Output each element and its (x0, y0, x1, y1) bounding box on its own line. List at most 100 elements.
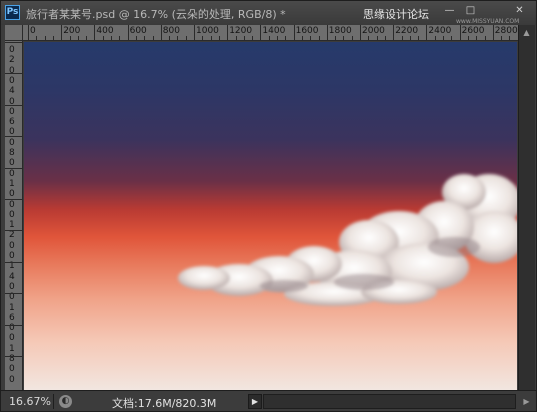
ruler-label: 0 (9, 374, 15, 385)
ruler-label: 2800 (494, 26, 518, 36)
ruler-major-tick (459, 25, 461, 40)
ruler-major-tick (393, 25, 395, 40)
ruler-major-tick (227, 25, 229, 40)
ruler-minor-tick (177, 36, 179, 40)
ruler-label: 0 (9, 209, 15, 220)
ruler-minor-tick (268, 36, 270, 40)
ruler-label: 6 (9, 117, 15, 128)
ruler-label: 1400 (262, 26, 286, 36)
ruler-major-tick (61, 25, 63, 40)
horizontal-scrollbar[interactable] (263, 394, 516, 409)
scroll-up-icon[interactable]: ▲ (518, 25, 535, 41)
ruler-label: 0 (9, 251, 15, 261)
photoshop-logo-icon: Ps (5, 5, 20, 20)
ruler-label: 0 (9, 168, 15, 179)
document-size-info: 文档:17.6M/820.3M (112, 397, 217, 410)
ruler-origin[interactable] (5, 25, 23, 41)
ruler-label: 1800 (328, 26, 352, 36)
ruler-minor-tick (434, 36, 436, 40)
ruler-label: 2000 (362, 26, 385, 36)
ruler-minor-tick (376, 36, 378, 40)
ruler-major-tick (5, 136, 22, 138)
ruler-minor-tick (235, 36, 237, 40)
ruler-major-tick (5, 324, 22, 326)
ruler-label: 1 (9, 178, 15, 189)
ruler-label: 800 (162, 26, 180, 36)
ruler-minor-tick (252, 36, 254, 40)
ruler-label: 0 (9, 240, 15, 251)
ruler-major-tick (5, 104, 22, 106)
ruler-minor-tick (102, 36, 104, 40)
ruler-label: 1 (9, 261, 15, 272)
ruler-label: 0 (9, 75, 15, 86)
ruler-major-tick (326, 25, 328, 40)
ruler-minor-tick (451, 36, 453, 40)
ruler-minor-tick (343, 36, 345, 40)
ruler-minor-tick (467, 36, 469, 40)
ruler-minor-tick (409, 36, 411, 40)
ruler-minor-tick (144, 36, 146, 40)
ruler-minor-tick (501, 36, 503, 40)
ruler-label: 1200 (229, 26, 253, 36)
ruler-minor-tick (351, 36, 353, 40)
ruler-label: 2200 (395, 26, 419, 36)
ruler-minor-tick (119, 36, 121, 40)
ruler-minor-tick (169, 36, 171, 40)
ruler-label: 2600 (461, 26, 485, 36)
ruler-major-tick (5, 167, 22, 169)
ruler-minor-tick (44, 36, 46, 40)
ruler-minor-tick (476, 36, 478, 40)
vertical-ruler[interactable]: 020040060080010001200140016001800 (5, 41, 23, 390)
clock-icon[interactable]: ◐ (59, 395, 72, 408)
ruler-label: 0 (9, 106, 15, 117)
document-window: Ps 旅行者某某号.psd @ 16.7% (云朵的处理, RGB/8) * 思… (0, 0, 537, 412)
ruler-label: 1 (9, 343, 15, 354)
ruler-minor-tick (152, 36, 154, 40)
ruler-minor-tick (185, 36, 187, 40)
ruler-minor-tick (210, 36, 212, 40)
ruler-minor-tick (69, 36, 71, 40)
ruler-label: 0 (9, 364, 15, 375)
ruler-minor-tick (384, 36, 386, 40)
ruler-label: 0 (9, 281, 15, 292)
document-canvas[interactable] (24, 42, 517, 390)
ruler-minor-tick (484, 36, 486, 40)
ruler-major-tick (492, 25, 494, 40)
ruler-label: 600 (129, 26, 147, 36)
ruler-major-tick (260, 25, 262, 40)
ruler-label: 1600 (295, 26, 319, 36)
title-bar[interactable]: Ps 旅行者某某号.psd @ 16.7% (云朵的处理, RGB/8) * 思… (1, 1, 536, 25)
ruler-minor-tick (86, 36, 88, 40)
ruler-label: 0 (9, 333, 15, 344)
ruler-label: 0 (9, 45, 15, 55)
minimize-button[interactable]: — (441, 4, 458, 18)
ruler-major-tick (5, 42, 22, 43)
scroll-right-icon[interactable]: ▶ (519, 394, 534, 409)
ruler-minor-tick (202, 36, 204, 40)
zoom-level[interactable]: 16.67% (9, 395, 51, 408)
ruler-minor-tick (443, 36, 444, 40)
ruler-major-tick (360, 25, 361, 40)
status-menu-arrow-icon[interactable]: ▶ (248, 394, 262, 409)
watermark-url: www.MISSYUAN.COM (456, 18, 520, 25)
ruler-minor-tick (135, 36, 137, 40)
ruler-label: 1 (9, 302, 15, 313)
ruler-label: 4 (9, 86, 15, 97)
maximize-button[interactable]: □ (462, 4, 479, 18)
ruler-minor-tick (310, 36, 312, 40)
ruler-label: 4 (9, 271, 15, 282)
vertical-scrollbar[interactable] (518, 25, 535, 390)
watermark-text: 思缘设计论坛 (363, 8, 429, 21)
ruler-minor-tick (318, 36, 320, 40)
ruler-major-tick (5, 199, 22, 200)
ruler-minor-tick (111, 36, 112, 40)
ruler-label: 1000 (196, 26, 219, 36)
close-button[interactable]: ✕ (511, 4, 528, 18)
ruler-label: 200 (63, 26, 81, 36)
horizontal-ruler[interactable]: 0 200 400 600 800 1000 1200 1400 1600 1800 2000 220… (23, 25, 518, 41)
ruler-major-tick (5, 73, 22, 75)
status-bar: 16.67% ◐ 文档:17.6M/820.3M ▶ ▶ (1, 390, 536, 411)
ruler-major-tick (5, 356, 22, 357)
ruler-label: 0 (9, 189, 15, 200)
ruler-major-tick (160, 25, 162, 40)
